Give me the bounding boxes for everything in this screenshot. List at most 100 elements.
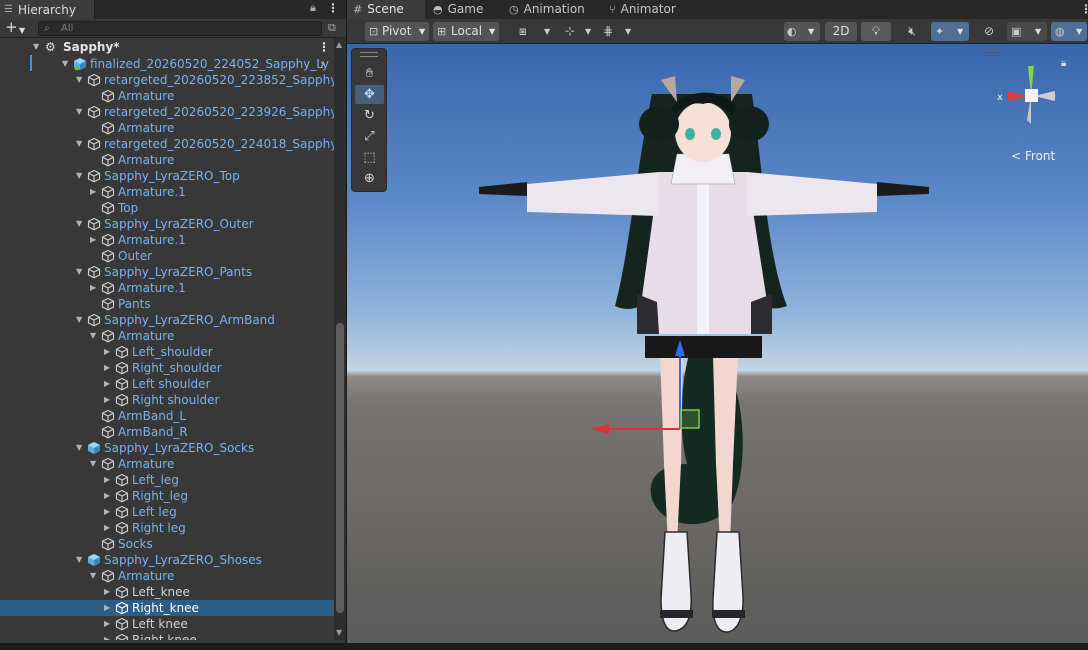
chevron-down-icon[interactable]: ▼ [90,568,96,584]
palette-grip[interactable] [360,52,378,57]
chevron-right-icon[interactable]: ▶ [104,584,110,600]
scene-more-icon[interactable]: ⋮ [318,39,330,55]
chevron-right-icon[interactable]: ▶ [90,232,96,248]
hierarchy-row[interactable]: ▶ Armature.1 [0,184,334,200]
chevron-right-icon[interactable]: ▶ [104,472,110,488]
scroll-up-icon[interactable]: ▲ [336,40,342,49]
chevron-down-icon[interactable]: ▼ [76,72,82,88]
hierarchy-row[interactable]: ▼ Sapphy_LyraZERO_Outer [0,216,334,232]
gizmos-dropdown[interactable]: ◍ ▼ [1051,22,1087,41]
increment-snap-toggle[interactable]: ⊹ ▼ [561,22,605,41]
tab-scene[interactable]: # Scene [347,0,425,19]
scale-tool-button[interactable]: ⤢ [355,127,384,146]
hierarchy-row[interactable]: ▶ Left_shoulder [0,344,334,360]
draw-mode-dropdown[interactable]: ◐ ▼ [784,22,820,41]
tab-animator[interactable]: ⑂ Animator [603,0,693,19]
tab-game[interactable]: ◓ Game [427,0,503,19]
hierarchy-row[interactable]: Pants [0,296,334,312]
local-dropdown[interactable]: ⊞ Local ▼ [433,22,499,41]
scene-more-options-icon[interactable]: ⋮ [1080,2,1088,16]
hierarchy-row[interactable]: ▶ Left knee [0,616,334,632]
gizmo-x-arrow[interactable] [591,424,609,434]
chevron-down-icon[interactable]: ▼ [76,216,82,232]
grid-snap-toggle[interactable]: ⧆ ▼ [513,22,557,41]
hierarchy-row[interactable]: ▶ Left_leg [0,472,334,488]
chevron-right-icon[interactable]: ▶ [90,184,96,200]
hierarchy-row-selected[interactable]: ▶ Right_knee [0,600,334,616]
scene-root-row[interactable]: ▼ ⚙︎ Sapphy* ⋮ [0,39,334,55]
scene-visibility-icon[interactable]: ⧉ [328,21,336,35]
hierarchy-row[interactable]: Armature [0,120,334,136]
chevron-down-icon[interactable]: ▼ [76,264,82,280]
chevron-right-icon[interactable]: ▶ [104,616,110,632]
hierarchy-row[interactable]: Top [0,200,334,216]
scroll-down-icon[interactable]: ▼ [336,628,342,637]
hierarchy-row[interactable]: ▼ retargeted_20260520_224018_Sapphy_L [0,136,334,152]
chevron-down-icon[interactable]: ▼ [33,39,39,55]
chevron-down-icon[interactable]: ▼ [62,56,68,72]
hierarchy-row[interactable]: ▼ finalized_20260520_224052_Sapphy_Ly › [0,56,334,72]
hierarchy-row[interactable]: ArmBand_L [0,408,334,424]
pivot-dropdown[interactable]: ⊡ Pivot ▼ [365,22,429,41]
gizmo-x-cone[interactable] [1007,91,1028,101]
more-options-icon[interactable]: ⋮ [327,1,339,15]
chevron-right-icon[interactable]: ▶ [104,376,110,392]
hierarchy-row[interactable]: ▶ Right knee [0,632,334,640]
tab-animation[interactable]: ◷ Animation [503,0,599,19]
hierarchy-row[interactable]: ▼ Armature [0,456,334,472]
hierarchy-row[interactable]: ▼ Sapphy_LyraZERO_ArmBand [0,312,334,328]
move-tool-button[interactable]: ✥ [355,85,384,104]
hierarchy-row[interactable]: ▶ Left shoulder [0,376,334,392]
orientation-gizmo[interactable]: x 🔒︎ < Front [973,54,1083,164]
chevron-down-icon[interactable]: ▼ [90,328,96,344]
create-button[interactable]: + ▼ [4,20,32,36]
hierarchy-row[interactable]: ▼ Sapphy_LyraZERO_Shoses [0,552,334,568]
transform-tool-button[interactable]: ⊕ [355,169,384,188]
hierarchy-row[interactable]: ▼ Armature [0,568,334,584]
hand-tool-button[interactable]: ✋︎ [355,64,384,83]
hierarchy-row[interactable]: ▶ Right shoulder [0,392,334,408]
chevron-right-icon[interactable]: ▶ [104,488,110,504]
audio-toggle[interactable]: 🔇︎ [900,22,924,41]
camera-dropdown[interactable]: ▣ ▼ [1007,22,1047,41]
hierarchy-scrollbar[interactable]: ▲ ▼ [334,38,346,640]
hierarchy-row[interactable]: ▼ retargeted_20260520_223852_Sapphy_L [0,72,334,88]
hierarchy-row[interactable]: ▼ retargeted_20260520_223926_Sapphy_L [0,104,334,120]
hierarchy-row[interactable]: Socks [0,536,334,552]
chevron-down-icon[interactable]: ▼ [76,136,82,152]
chevron-right-icon[interactable]: ▶ [104,360,110,376]
hierarchy-row[interactable]: ▶ Left leg [0,504,334,520]
hierarchy-row[interactable]: ▶ Armature.1 [0,232,334,248]
chevron-down-icon[interactable]: ▼ [76,104,82,120]
effects-dropdown[interactable]: ✦ ▼ [931,22,969,41]
rect-tool-button[interactable]: ⬚ [355,148,384,167]
chevron-right-icon[interactable]: ▶ [104,520,110,536]
hierarchy-row[interactable]: ArmBand_R [0,424,334,440]
chevron-right-icon[interactable]: ▶ [104,392,110,408]
open-prefab-chevron-icon[interactable]: › [320,56,325,72]
chevron-right-icon[interactable]: ▶ [104,504,110,520]
tab-hierarchy[interactable]: ☰ Hierarchy [0,0,95,19]
rotate-tool-button[interactable]: ↻ [355,106,384,125]
hierarchy-row[interactable]: ▼ Sapphy_LyraZERO_Top [0,168,334,184]
scene-visibility-toggle[interactable]: ⊘ [977,22,1001,41]
hierarchy-row[interactable]: ▶ Left_knee [0,584,334,600]
orientation-gizmo-graphic[interactable]: x [973,54,1083,154]
chevron-down-icon[interactable]: ▼ [90,456,96,472]
search-input[interactable]: ⌕ All [38,21,322,36]
chevron-down-icon[interactable]: ▼ [76,168,82,184]
chevron-down-icon[interactable]: ▼ [76,312,82,328]
hierarchy-row[interactable]: ▶ Right_shoulder [0,360,334,376]
hierarchy-row[interactable]: ▼ Sapphy_LyraZERO_Pants [0,264,334,280]
hierarchy-row[interactable]: Armature [0,152,334,168]
mode-2d-toggle[interactable]: 2D [825,22,857,41]
gizmo-center-cube[interactable] [1025,89,1038,102]
chevron-down-icon[interactable]: ▼ [76,440,82,456]
hierarchy-row[interactable]: ▶ Armature.1 [0,280,334,296]
chevron-right-icon[interactable]: ▶ [90,280,96,296]
hierarchy-row[interactable]: Armature [0,88,334,104]
chevron-right-icon[interactable]: ▶ [104,600,110,616]
lock-icon[interactable]: 🔒︎ [310,1,316,15]
chevron-right-icon[interactable]: ▶ [104,632,110,640]
scroll-thumb[interactable] [336,323,344,613]
